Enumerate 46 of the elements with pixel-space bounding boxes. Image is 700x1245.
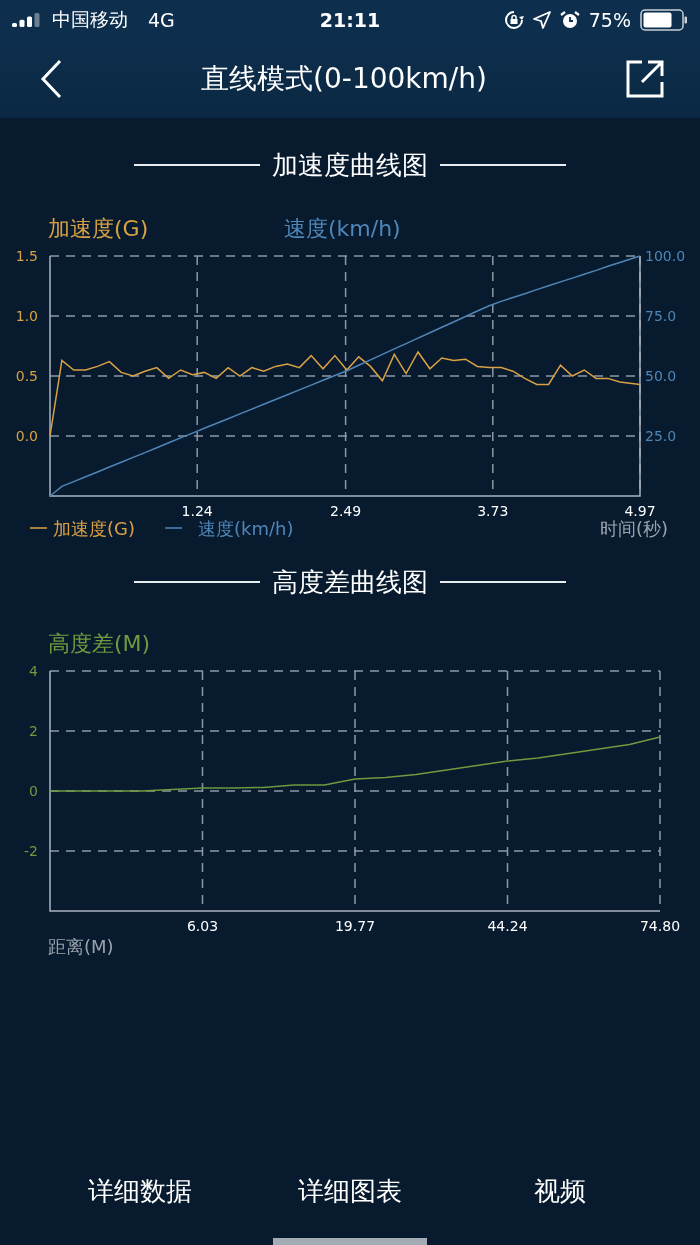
legend-item: 加速度(G): [29, 518, 135, 539]
battery-icon: [640, 9, 688, 31]
tick-label: 0: [29, 783, 38, 799]
tick-label: 4.97: [624, 503, 656, 519]
tab[interactable]: 详细数据: [35, 1160, 245, 1245]
axis-title: 距离(M): [48, 936, 114, 957]
tab[interactable]: 详细图表: [245, 1160, 455, 1245]
tick-label: 6.03: [186, 918, 219, 934]
tick-label: 1.5: [15, 248, 38, 264]
tick-label: 0.5: [15, 368, 38, 384]
clock: 21:11: [319, 9, 381, 31]
axis-title: 高度差(M): [48, 631, 151, 656]
tick-label: 1.0: [15, 308, 38, 324]
alarm-clock-icon: [559, 10, 580, 30]
tick-label: 50.0: [645, 368, 677, 384]
tick-label: 74.80: [639, 918, 681, 934]
axis-title: 时间(秒): [599, 518, 668, 539]
tick-label: 100.0: [645, 248, 686, 264]
network-type: 4G: [148, 9, 175, 31]
page-title: 直线模式(0-100km/h): [201, 61, 487, 97]
tick-label: 3.73: [477, 503, 509, 519]
battery-percent: 75%: [588, 9, 631, 31]
tick-label: 2: [29, 723, 38, 739]
section-title: 加速度曲线图: [272, 148, 428, 182]
tab[interactable]: 视频: [455, 1160, 665, 1245]
share-icon[interactable]: [626, 60, 664, 98]
tick-label: 4: [29, 663, 38, 679]
location-arrow-icon: [532, 11, 551, 29]
section-title: 高度差曲线图: [272, 565, 428, 599]
tick-label: 25.0: [645, 428, 677, 444]
axis-title: 速度(km/h): [284, 216, 401, 241]
signal-icon: [12, 13, 42, 27]
tick-label: -2: [24, 843, 38, 859]
legend-label: 加速度(G): [53, 518, 135, 539]
legend-item: 速度(km/h): [164, 518, 294, 539]
axis-title: 加速度(G): [48, 216, 149, 241]
tick-label: 0.0: [15, 428, 38, 444]
tick-label: 19.77: [334, 918, 376, 934]
rotation-lock-icon: [503, 10, 524, 30]
tick-label: 1.24: [181, 503, 213, 519]
tick-label: 75.0: [645, 308, 677, 324]
legend-label: 速度(km/h): [198, 518, 294, 539]
carrier-name: 中国移动: [52, 7, 128, 32]
tick-label: 44.24: [487, 918, 528, 934]
back-icon[interactable]: [40, 59, 62, 99]
tick-label: 2.49: [330, 503, 362, 519]
